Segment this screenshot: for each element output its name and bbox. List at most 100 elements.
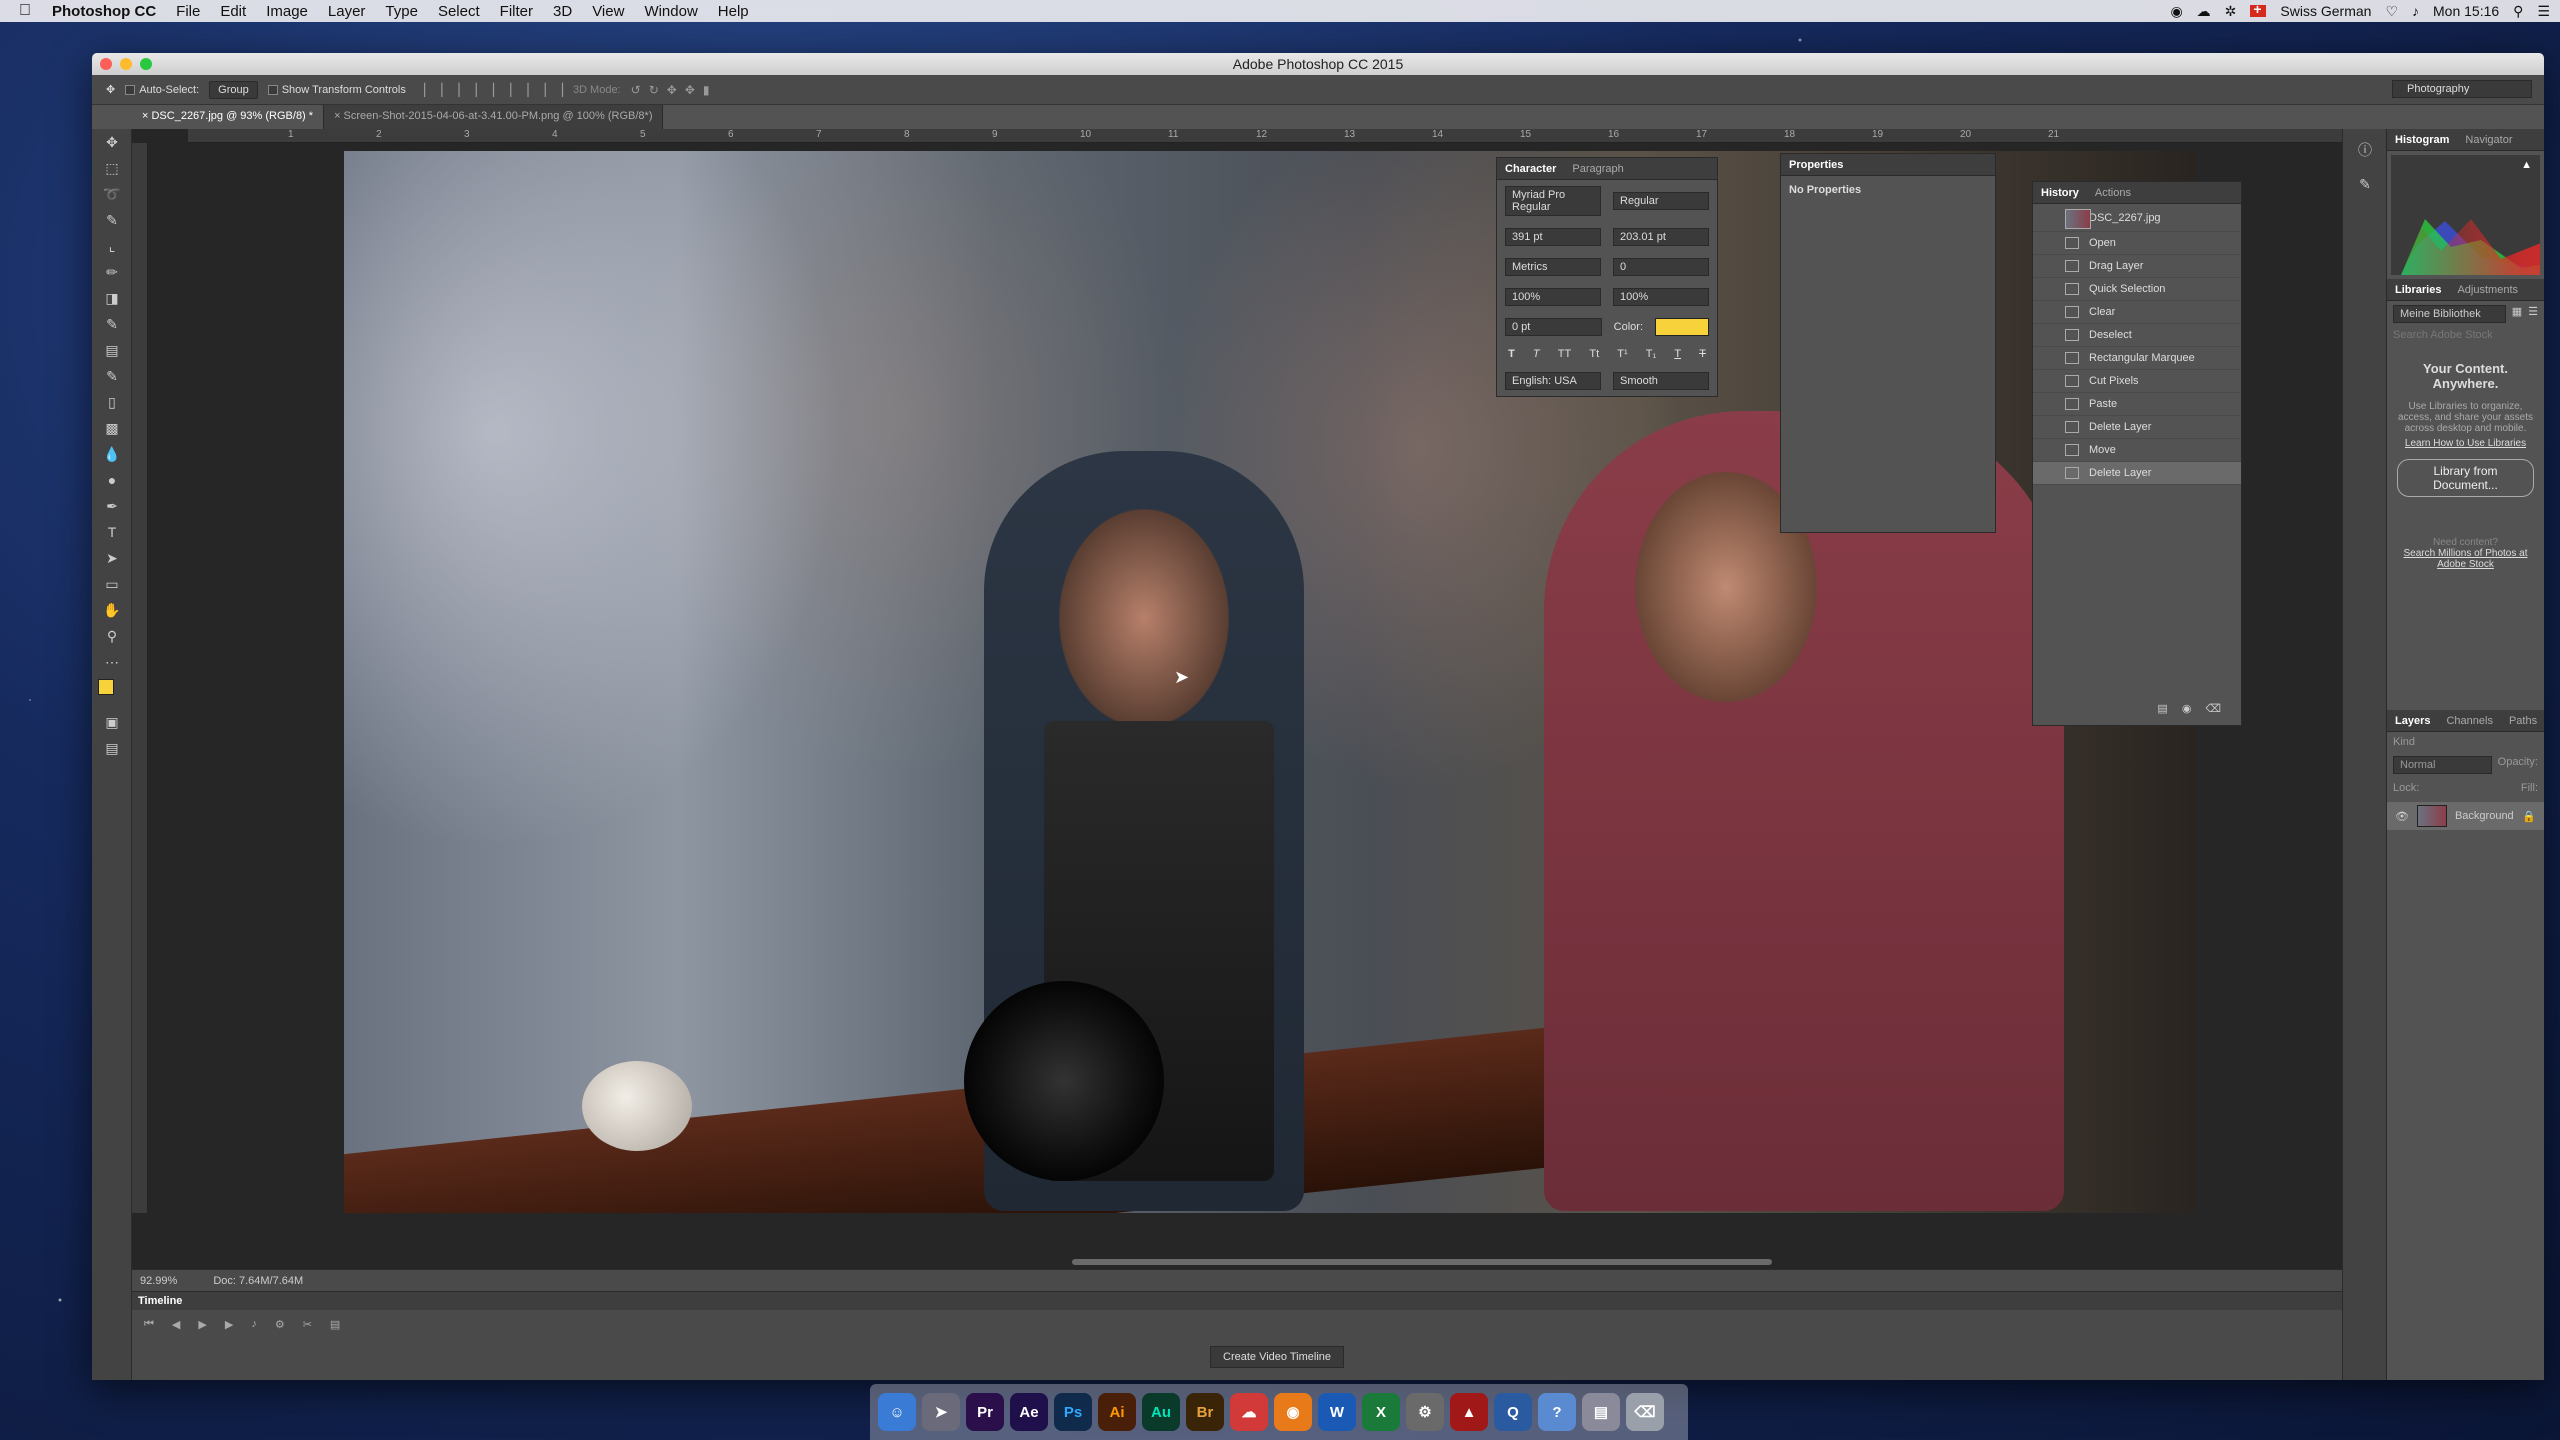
horizontal-ruler[interactable]: 1 2 3 4 5 6 7 8 9 10 11 12 13 14 15 16 1… (188, 129, 2342, 143)
distribute-icon[interactable]: ▕ (519, 83, 528, 97)
faux-italic-icon[interactable]: T (1533, 348, 1540, 360)
bridge-icon[interactable]: Br (1186, 1393, 1224, 1431)
zoom-level[interactable]: 92.99% (140, 1275, 177, 1287)
marquee-tool-icon[interactable]: ⬚ (92, 155, 132, 181)
zoom-window-button[interactable] (140, 58, 152, 70)
horizontal-scrollbar[interactable] (1072, 1259, 1772, 1265)
input-source-label[interactable]: Swiss German (2280, 3, 2371, 19)
adobe-stock-link[interactable]: Search Millions of Photos at Adobe Stock (2397, 548, 2534, 570)
clock[interactable]: Mon 15:16 (2433, 3, 2499, 19)
tab-layers[interactable]: Layers (2387, 715, 2438, 727)
learn-libraries-link[interactable]: Learn How to Use Libraries (2397, 438, 2534, 449)
doc-size[interactable]: Doc: 7.64M/7.64M (213, 1275, 303, 1287)
after-effects-icon[interactable]: Ae (1010, 1393, 1048, 1431)
move-tool-icon[interactable]: ✥ (106, 83, 115, 96)
blend-mode-select[interactable]: Normal (2393, 756, 2492, 774)
show-transform-checkbox[interactable] (267, 84, 278, 95)
photoshop-icon[interactable]: Ps (1054, 1393, 1092, 1431)
tab-histogram[interactable]: Histogram (2387, 134, 2457, 146)
layer-row-background[interactable]: 👁 Background 🔒 (2387, 802, 2544, 830)
help-icon[interactable]: ? (1538, 1393, 1576, 1431)
menu-view[interactable]: View (582, 3, 634, 20)
blur-tool-icon[interactable]: 💧 (92, 441, 132, 467)
screen-mode-icon[interactable]: ▤ (92, 735, 132, 761)
eyedropper-tool-icon[interactable]: ✏ (92, 259, 132, 285)
menu-window[interactable]: Window (634, 3, 707, 20)
color-swatches[interactable] (92, 675, 132, 709)
type-tool-icon[interactable]: T (92, 519, 132, 545)
history-item[interactable]: Clear (2033, 301, 2241, 324)
tab-paragraph[interactable]: Paragraph (1564, 163, 1631, 175)
library-select[interactable]: Meine Bibliothek (2393, 305, 2506, 323)
settings-icon[interactable]: ⚙ (275, 1318, 285, 1331)
tab-actions[interactable]: Actions (2087, 187, 2139, 199)
eraser-tool-icon[interactable]: ▯ (92, 389, 132, 415)
apple-icon[interactable]:  (0, 2, 50, 20)
tracking-field[interactable]: 0 (1613, 258, 1709, 276)
canvas-area[interactable]: 1 2 3 4 5 6 7 8 9 10 11 12 13 14 15 16 1… (132, 129, 2342, 1291)
superscript-icon[interactable]: T¹ (1617, 348, 1627, 360)
notification-icon[interactable]: ☰ (2537, 3, 2550, 20)
list-view-icon[interactable]: ☰ (2528, 305, 2538, 323)
warning-icon[interactable]: ▲ (2521, 159, 2532, 171)
history-item[interactable]: Open (2033, 232, 2241, 255)
document-tab-active[interactable]: × DSC_2267.jpg @ 93% (RGB/8) * (132, 105, 325, 129)
font-family-select[interactable]: Myriad Pro Regular (1505, 186, 1601, 216)
menu-type[interactable]: Type (375, 3, 428, 20)
info-icon[interactable]: ⓘ (2343, 137, 2387, 163)
3d-scale-icon[interactable]: ▮ (703, 83, 710, 97)
menu-edit[interactable]: Edit (210, 3, 256, 20)
brush-tool-icon[interactable]: ✎ (92, 311, 132, 337)
trash-icon[interactable]: ⌫ (1626, 1393, 1664, 1431)
downloads-icon[interactable]: ▤ (1582, 1393, 1620, 1431)
launchpad-icon[interactable]: ➤ (922, 1393, 960, 1431)
menu-select[interactable]: Select (428, 3, 490, 20)
history-item[interactable]: Cut Pixels (2033, 370, 2241, 393)
tab-adjustments[interactable]: Adjustments (2449, 284, 2526, 296)
all-caps-icon[interactable]: TT (1558, 348, 1571, 360)
close-window-button[interactable] (100, 58, 112, 70)
history-brush-tool-icon[interactable]: ✎ (92, 363, 132, 389)
quicktime-icon[interactable]: Q (1494, 1393, 1532, 1431)
acrobat-icon[interactable]: ▲ (1450, 1393, 1488, 1431)
menu-help[interactable]: Help (708, 3, 759, 20)
align-vcenter-icon[interactable]: ▕ (433, 83, 442, 97)
tab-history[interactable]: History (2033, 187, 2087, 199)
menu-3d[interactable]: 3D (543, 3, 582, 20)
align-top-icon[interactable]: ▕ (416, 83, 425, 97)
document-tab[interactable]: × Screen-Shot-2015-04-06-at-3.41.00-PM.p… (324, 105, 664, 129)
menu-filter[interactable]: Filter (490, 3, 543, 20)
faux-bold-icon[interactable]: T (1508, 348, 1515, 360)
spotlight-icon[interactable]: ⚲ (2513, 3, 2523, 20)
history-item[interactable]: Delete Layer (2033, 416, 2241, 439)
antialias-select[interactable]: Smooth (1613, 372, 1709, 390)
visibility-eye-icon[interactable]: 👁 (2395, 810, 2409, 823)
crop-tool-icon[interactable]: ⌞ (92, 233, 132, 259)
3d-roll-icon[interactable]: ↻ (649, 83, 659, 97)
menu-app-name[interactable]: Photoshop CC (50, 3, 166, 20)
auto-select-dropdown[interactable]: Group (209, 80, 258, 99)
trash-icon[interactable]: ⌫ (2205, 702, 2221, 715)
leading-field[interactable]: 203.01 pt (1613, 228, 1709, 246)
path-select-tool-icon[interactable]: ➤ (92, 545, 132, 571)
tab-libraries[interactable]: Libraries (2387, 284, 2449, 296)
tab-navigator[interactable]: Navigator (2457, 134, 2520, 146)
history-item[interactable]: Quick Selection (2033, 278, 2241, 301)
underline-icon[interactable]: T (1674, 348, 1681, 360)
wifi-icon[interactable]: ♡ (2385, 3, 2398, 20)
align-hcenter-icon[interactable]: ▕ (485, 83, 494, 97)
kerning-field[interactable]: Metrics (1505, 258, 1601, 276)
strikethrough-icon[interactable]: T (1699, 348, 1706, 360)
swiss-flag-icon[interactable] (2250, 1, 2267, 17)
record-icon[interactable]: ◉ (2170, 3, 2182, 20)
premiere-icon[interactable]: Pr (966, 1393, 1004, 1431)
tab-channels[interactable]: Channels (2438, 715, 2500, 727)
history-item[interactable]: Move (2033, 439, 2241, 462)
layer-kind-filter[interactable]: Kind (2387, 732, 2544, 752)
align-bottom-icon[interactable]: ▕ (450, 83, 459, 97)
distribute-icon[interactable]: ▕ (554, 83, 563, 97)
font-style-select[interactable]: Regular (1613, 192, 1709, 210)
font-size-field[interactable]: 391 pt (1505, 228, 1601, 246)
horizontal-scale-field[interactable]: 100% (1613, 288, 1709, 306)
pen-tool-icon[interactable]: ✒ (92, 493, 132, 519)
